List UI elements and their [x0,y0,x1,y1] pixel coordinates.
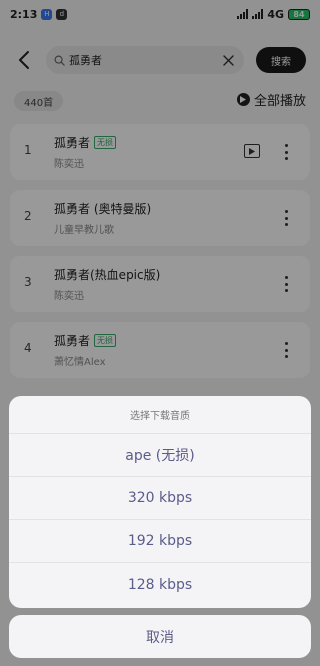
download-quality-sheet: 选择下载音质 ape (无损) 320 kbps 192 kbps 128 kb… [9,396,311,608]
cancel-button[interactable]: 取消 [9,615,311,658]
quality-option-320[interactable]: 320 kbps [9,477,311,520]
quality-option-192[interactable]: 192 kbps [9,520,311,563]
search-results-screen: 2:13 H d 4G 84 孤勇者 搜索 440首 全部播放 1 孤勇者 无损… [0,0,320,666]
quality-option-128[interactable]: 128 kbps [9,563,311,606]
sheet-title: 选择下载音质 [9,396,311,434]
quality-option-ape[interactable]: ape (无损) [9,434,311,477]
